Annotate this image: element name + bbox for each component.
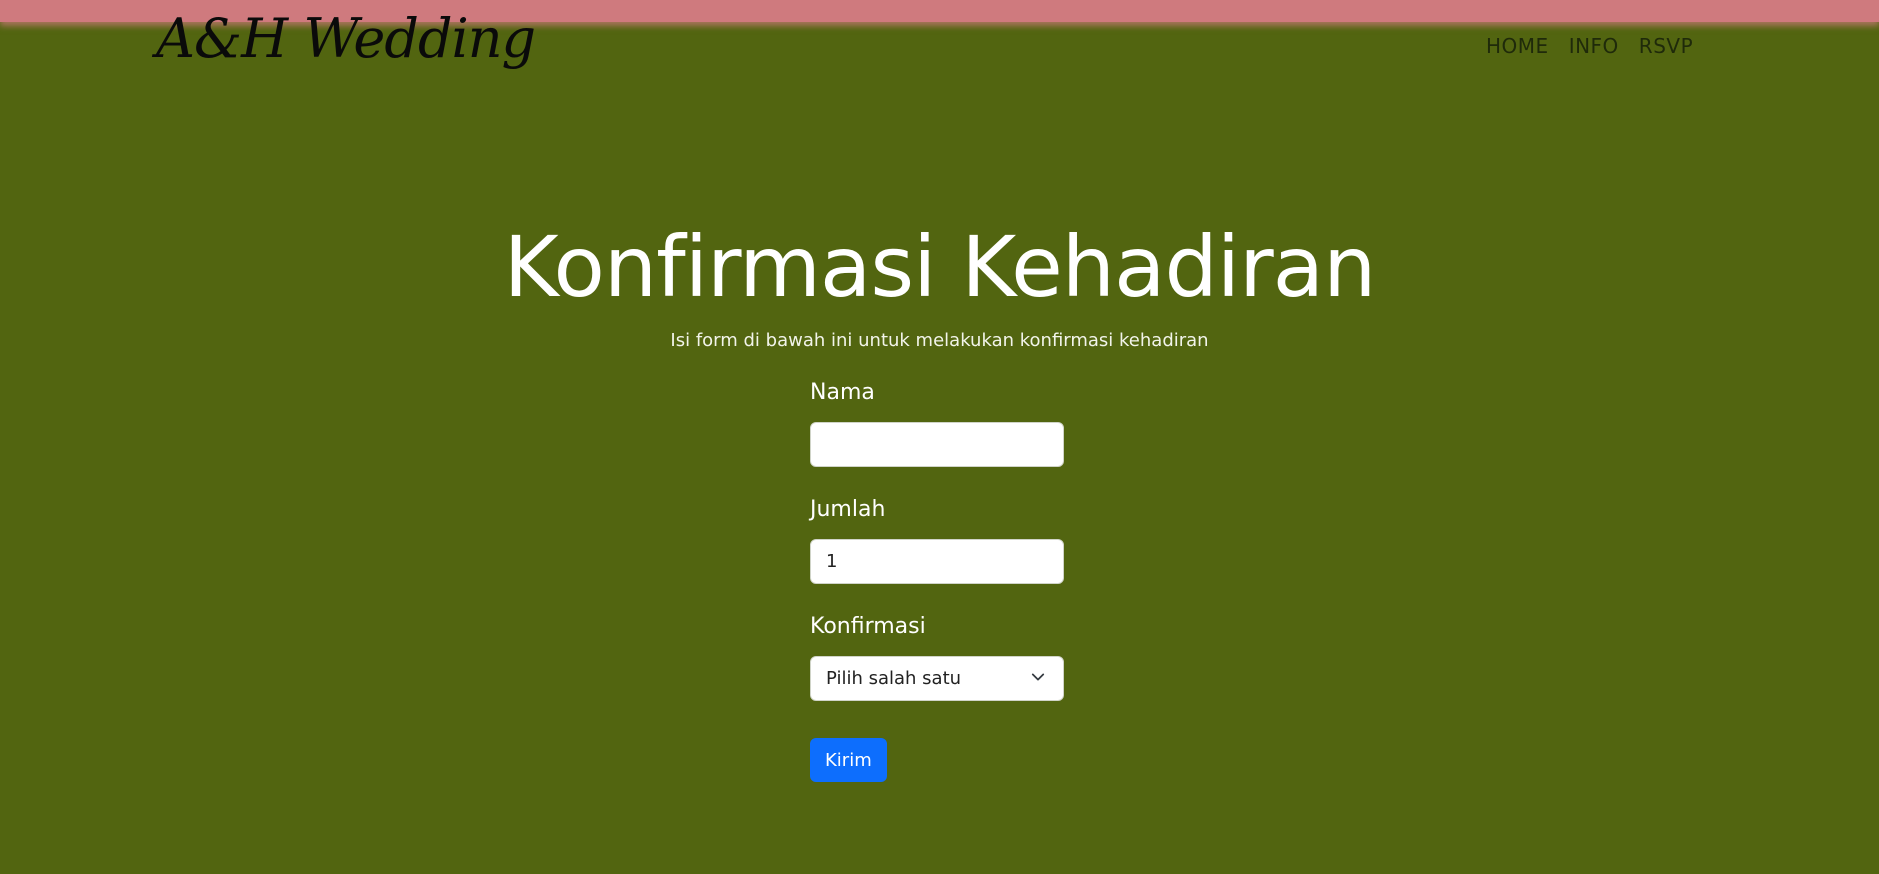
main-nav: HOME INFO RSVP	[1486, 34, 1693, 58]
submit-button[interactable]: Kirim	[810, 738, 887, 782]
nav-info-link[interactable]: INFO	[1569, 34, 1619, 58]
confirm-group: Konfirmasi Pilih salah satu	[810, 610, 1064, 701]
confirm-select-value: Pilih salah satu	[826, 668, 962, 689]
rsvp-form: Nama Jumlah Konfirmasi Pilih salah satu …	[810, 376, 1064, 782]
chevron-down-icon	[1031, 673, 1045, 681]
count-group: Jumlah	[810, 493, 1064, 584]
confirm-select[interactable]: Pilih salah satu	[810, 656, 1064, 701]
name-group: Nama	[810, 376, 1064, 467]
nav-rsvp-link[interactable]: RSVP	[1639, 34, 1693, 58]
page-subtitle: Isi form di bawah ini untuk melakukan ko…	[670, 330, 1209, 351]
nav-home-link[interactable]: HOME	[1486, 34, 1549, 58]
confirm-label: Konfirmasi	[810, 614, 926, 639]
count-input[interactable]	[810, 539, 1064, 584]
count-label: Jumlah	[810, 497, 886, 522]
brand-logo[interactable]: A&H Wedding	[156, 4, 536, 74]
page-title: Konfirmasi Kehadiran	[503, 218, 1377, 316]
name-input[interactable]	[810, 422, 1064, 467]
name-label: Nama	[810, 380, 875, 405]
